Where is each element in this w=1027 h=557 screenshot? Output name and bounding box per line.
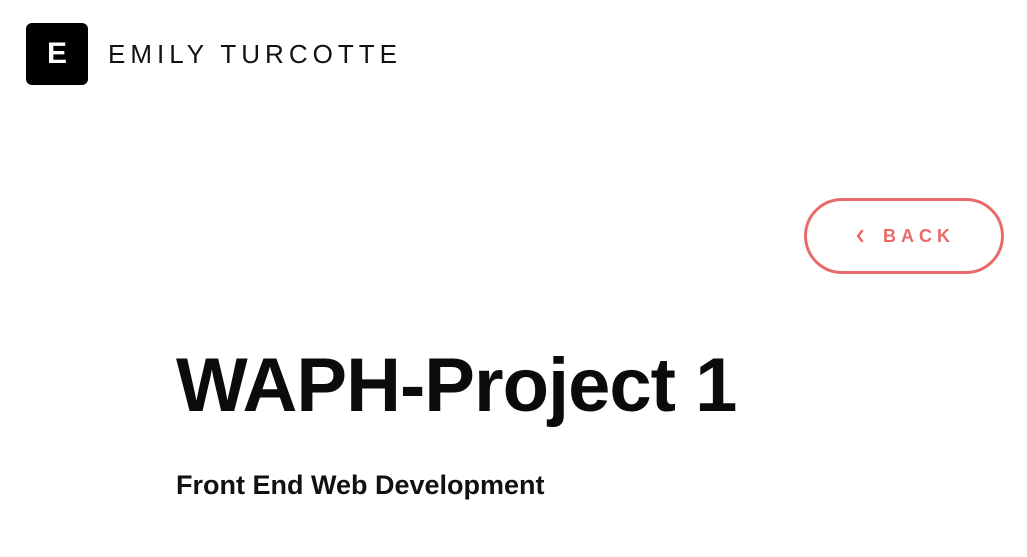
back-button-label: BACK [883,226,955,246]
page-title: WAPH-Project 1 [176,343,737,428]
logo-letter: E [46,37,67,70]
site-brand-link[interactable]: E EMILY TURCOTTE [26,23,402,85]
chevron-left-icon [853,229,867,243]
site-logo: E [26,23,88,85]
site-name: EMILY TURCOTTE [108,38,402,69]
back-button[interactable]: BACK [804,198,1004,274]
page-subtitle: Front End Web Development [176,470,545,500]
